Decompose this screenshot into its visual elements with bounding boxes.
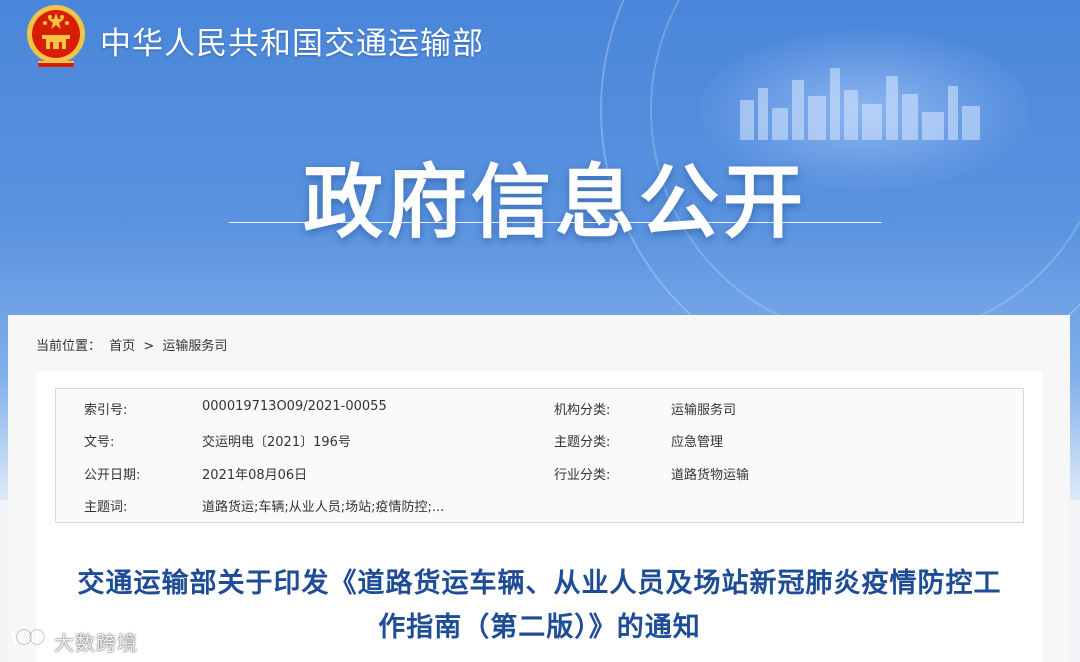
meta-label: 主题分类: — [554, 435, 611, 450]
meta-value: 交运明电〔2021〕196号 — [202, 435, 351, 450]
meta-row: 公开日期: 2021年08月06日 行业分类: 道路货物运输 — [56, 464, 1023, 484]
meta-label: 索引号: — [84, 403, 128, 418]
meta-value: 道路货物运输 — [671, 468, 750, 483]
breadcrumb: 当前位置： 首页 > 运输服务司 — [36, 335, 231, 354]
meta-row: 文号: 交运明电〔2021〕196号 主题分类: 应急管理 — [56, 431, 1023, 451]
meta-value: 运输服务司 — [671, 403, 737, 418]
breadcrumb-separator: > — [143, 339, 155, 354]
national-emblem-icon — [27, 5, 85, 67]
meta-label: 文号: — [84, 435, 115, 450]
meta-value: 000019713O09/2021-00055 — [202, 399, 387, 414]
meta-label: 公开日期: — [84, 468, 141, 483]
breadcrumb-prefix: 当前位置： — [36, 339, 102, 354]
article-title-line: 交通运输部关于印发《道路货运车辆、从业人员及场站新冠肺炎疫情防控工 — [77, 568, 1002, 599]
meta-value: 2021年08月06日 — [202, 468, 308, 483]
meta-label: 主题词: — [84, 500, 128, 515]
article-title-line: 作指南（第二版）》的通知 — [378, 612, 701, 643]
meta-value: 应急管理 — [671, 435, 724, 450]
document-meta-table: 索引号: 000019713O09/2021-00055 机构分类: 运输服务司… — [55, 388, 1024, 523]
meta-row: 索引号: 000019713O09/2021-00055 机构分类: 运输服务司 — [56, 399, 1023, 419]
meta-label: 行业分类: — [554, 468, 611, 483]
breadcrumb-current-link[interactable]: 运输服务司 — [162, 339, 227, 354]
city-skyline-graphic — [740, 68, 980, 140]
meta-row: 主题词: 道路货运;车辆;从业人员;场站;疫情防控;... — [56, 496, 1023, 516]
watermark-logo-icon — [10, 629, 45, 645]
meta-label: 机构分类: — [554, 403, 611, 418]
ministry-name[interactable]: 中华人民共和国交通运输部 — [100, 18, 484, 63]
watermark-text: 大数跨境 — [54, 631, 138, 655]
breadcrumb-home-link[interactable]: 首页 — [109, 339, 135, 354]
article-title: 交通运输部关于印发《道路货运车辆、从业人员及场站新冠肺炎疫情防控工 作指南（第二… — [36, 562, 1043, 650]
banner-title: 政府信息公开 — [303, 156, 807, 249]
meta-value: 道路货运;车辆;从业人员;场站;疫情防控;... — [202, 500, 445, 515]
title-underline — [229, 222, 882, 223]
